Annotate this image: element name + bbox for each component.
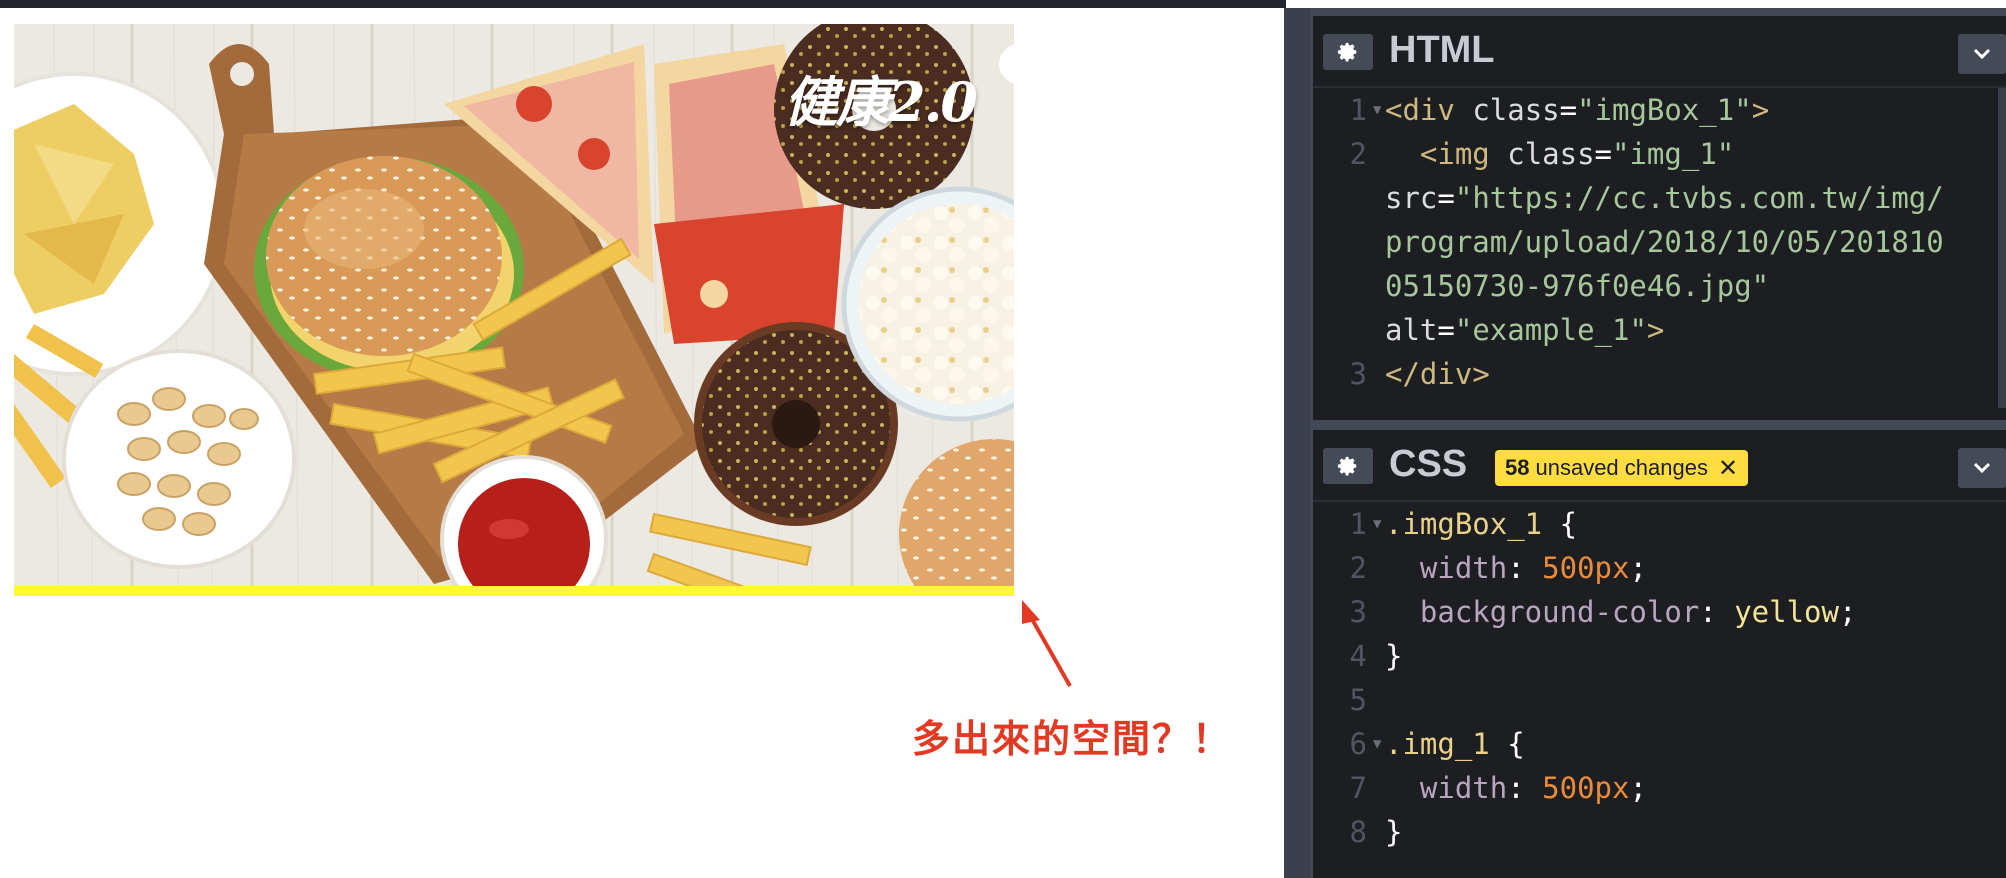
css-code-line[interactable]: 2 width: 500px; xyxy=(1313,546,2006,590)
css-collapse-button[interactable] xyxy=(1958,448,2006,488)
css-code-line[interactable]: 1 ▼ .imgBox_1 { xyxy=(1313,502,2006,546)
css-code-line[interactable]: 3 background-color: yellow; xyxy=(1313,590,2006,634)
line-number: 8 xyxy=(1349,815,1367,849)
gear-icon xyxy=(1337,456,1357,476)
line-number: 1 xyxy=(1349,507,1367,541)
css-panel-title: CSS xyxy=(1389,443,1468,485)
css-settings-button[interactable] xyxy=(1323,448,1373,484)
code-text: width: 500px; xyxy=(1419,771,1647,805)
result-preview: 健康2.0 多出來的空間？！ xyxy=(0,8,1284,878)
html-code-line[interactable]: 2 <img class="img_1" xyxy=(1313,132,2006,176)
unsaved-changes-badge[interactable]: 58 unsaved changes ✕ xyxy=(1495,450,1749,486)
html-collapse-button[interactable] xyxy=(1958,34,2006,74)
code-text: .imgBox_1 { xyxy=(1385,507,1578,541)
code-text: <div class="imgBox_1"> xyxy=(1385,93,1770,127)
css-code-line[interactable]: 6 ▼ .img_1 { xyxy=(1313,722,2006,766)
close-icon[interactable]: ✕ xyxy=(1718,454,1738,483)
code-text: src="https://cc.tvbs.com.tw/img/ xyxy=(1385,181,1944,215)
html-code-area[interactable]: 1 ▼ <div class="imgBox_1"> 2 <img class="im… xyxy=(1313,88,2006,420)
chevron-down-icon xyxy=(1973,462,1991,474)
code-text: background-color: yellow; xyxy=(1419,595,1857,629)
unsaved-count: 58 xyxy=(1505,455,1530,480)
css-code-line[interactable]: 4} xyxy=(1313,634,2006,678)
img-box-container: 健康2.0 xyxy=(14,24,1014,596)
code-text: <img class="img_1" xyxy=(1419,137,1735,171)
html-settings-button[interactable] xyxy=(1323,34,1373,70)
html-code-line[interactable]: 1 ▼ <div class="imgBox_1"> xyxy=(1313,88,2006,132)
html-panel: HTML 1 ▼ <div class="imgBox_1"> 2 <img clas… xyxy=(1313,16,2006,420)
line-number: 7 xyxy=(1349,771,1367,805)
html-code-line[interactable]: 3 </div> xyxy=(1313,352,2006,396)
unsaved-label: unsaved changes xyxy=(1535,455,1708,480)
line-number: 1 xyxy=(1349,93,1367,127)
css-code-line[interactable]: 5 xyxy=(1313,678,2006,722)
code-editor: HTML 1 ▼ <div class="imgBox_1"> 2 <img clas… xyxy=(1284,8,2006,878)
html-code-line[interactable]: alt="example_1"> xyxy=(1313,308,2006,352)
fold-arrow-icon[interactable]: ▼ xyxy=(1373,88,1381,132)
html-panel-header: HTML xyxy=(1313,16,2006,88)
line-number: 2 xyxy=(1349,551,1367,585)
line-number: 4 xyxy=(1349,639,1367,673)
fold-arrow-icon[interactable]: ▼ xyxy=(1373,722,1381,766)
css-panel: CSS 58 unsaved changes ✕ 1 ▼ .imgBox_1 {2 … xyxy=(1313,430,2006,878)
line-number: 2 xyxy=(1349,137,1367,171)
css-code-line[interactable]: 7 width: 500px; xyxy=(1313,766,2006,810)
annotation-text: 多出來的空間？！ xyxy=(912,717,1233,761)
code-text: } xyxy=(1385,639,1403,673)
top-bar xyxy=(0,0,1286,8)
chevron-down-icon xyxy=(1973,48,1991,60)
arrow-annotation-icon xyxy=(1022,600,1072,687)
gear-icon xyxy=(1337,42,1357,62)
code-text: alt="example_1"> xyxy=(1385,313,1665,347)
line-number: 6 xyxy=(1349,727,1367,761)
fold-arrow-icon[interactable]: ▼ xyxy=(1373,502,1381,546)
html-code-line[interactable]: program/upload/2018/10/05/201810 xyxy=(1313,220,2006,264)
code-text: </div> xyxy=(1385,357,1490,391)
code-text: program/upload/2018/10/05/201810 xyxy=(1385,225,1944,259)
html-panel-title: HTML xyxy=(1389,29,1495,71)
html-code-line[interactable]: src="https://cc.tvbs.com.tw/img/ xyxy=(1313,176,2006,220)
html-code-line[interactable]: 05150730-976f0e46.jpg" xyxy=(1313,264,2006,308)
code-text: width: 500px; xyxy=(1419,551,1647,585)
watermark-logo: 健康2.0 xyxy=(784,70,978,134)
line-number: 5 xyxy=(1349,683,1367,717)
css-code-area[interactable]: 1 ▼ .imgBox_1 {2 width: 500px; 3 background… xyxy=(1313,502,2006,878)
line-number: 3 xyxy=(1349,595,1367,629)
pane-resize-handle[interactable] xyxy=(1284,8,1310,878)
line-number: 3 xyxy=(1349,357,1367,391)
code-text: .img_1 { xyxy=(1385,727,1525,761)
css-panel-header: CSS 58 unsaved changes ✕ xyxy=(1313,430,2006,502)
css-code-line[interactable]: 8} xyxy=(1313,810,2006,854)
code-text: 05150730-976f0e46.jpg" xyxy=(1385,269,1770,303)
code-text: } xyxy=(1385,815,1403,849)
